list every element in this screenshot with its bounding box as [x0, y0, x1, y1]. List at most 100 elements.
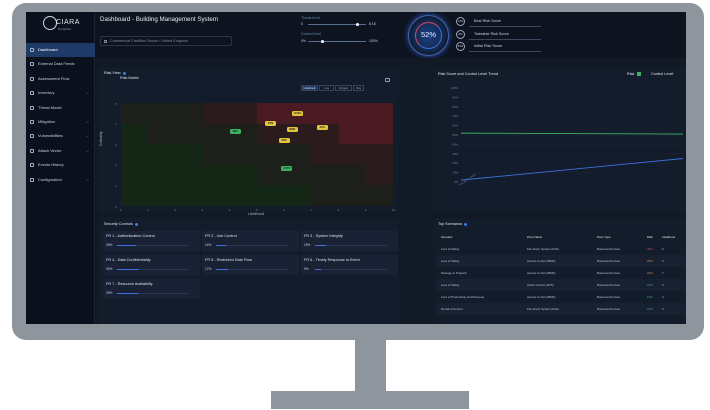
table-row[interactable]: Loss of Safety Access Control (BMS) Busine… — [437, 255, 686, 267]
x-tick-label: 7 — [310, 208, 312, 212]
matrix-cell — [121, 103, 149, 124]
y-tick-label: 2 — [115, 163, 117, 168]
tab-likelihood[interactable]: Likelihood — [301, 85, 318, 91]
tab-mitigate[interactable]: Mitigate — [335, 85, 352, 91]
info-icon[interactable] — [464, 222, 468, 226]
risk-marker[interactable]: FPS — [265, 121, 277, 127]
sidebar-item-inventory[interactable]: Inventory ⌵ — [26, 86, 95, 100]
x-axis-title: Likelihood — [248, 212, 265, 216]
y-tick-label: 50% — [452, 133, 458, 137]
table-cell: 6 — [662, 247, 664, 251]
table-row[interactable]: Loss of Productivity and Revenue Access C… — [437, 291, 686, 303]
chevron-down-icon[interactable]: ⌵ — [86, 86, 89, 100]
chart-icon — [30, 105, 34, 110]
tab-loss[interactable]: Loss — [319, 85, 334, 91]
table-cell: 18% — [647, 295, 653, 299]
info-icon[interactable] — [134, 222, 138, 226]
matrix-cell — [229, 164, 257, 186]
matrix-cell — [229, 185, 257, 206]
matrix-cell — [175, 144, 203, 165]
table-row[interactable]: Loss of Safety Fire Alarm System (FAS) Bus… — [437, 243, 686, 255]
sidebar-item-assessment-flow[interactable]: Assessment Flow — [26, 72, 95, 86]
risk-marker[interactable]: SBV — [229, 129, 241, 135]
sidebar-item-label: Mitigation — [38, 118, 56, 124]
security-control-card[interactable]: FR 5 - Restricted Data Flow 17% — [202, 255, 299, 275]
security-control-card[interactable]: FR 1 - Authentication Control 26% — [103, 231, 200, 251]
expand-icon[interactable] — [385, 78, 390, 82]
matrix-cell — [202, 185, 230, 206]
risk-marker[interactable]: BMS — [286, 127, 298, 133]
risk-score-row: 51% Initial Risk Score — [455, 41, 565, 54]
chevron-down-icon[interactable]: ⌵ — [86, 115, 89, 129]
monitor-stand-base — [271, 391, 469, 409]
matrix-cell — [175, 123, 203, 145]
risk-matrix-title: Risk Matrix — [120, 76, 139, 80]
security-control-percent: 26% — [106, 243, 113, 247]
matrix-cell — [202, 103, 230, 124]
chevron-down-icon[interactable]: ⌵ — [86, 129, 89, 143]
risk-marker[interactable]: ACS — [316, 125, 328, 131]
y-tick-label: 70% — [452, 114, 458, 118]
trend-chart: 100%90%80%70%60%50%40%30%20%10%0% Thu Apr… — [451, 86, 684, 187]
control-level-knob[interactable] — [321, 40, 324, 43]
security-control-card[interactable]: FR 6 - Timely Response to Event 9% — [301, 255, 398, 275]
info-icon[interactable] — [122, 71, 126, 75]
security-control-card[interactable]: FR 3 - System Integrity 15% — [301, 231, 398, 251]
sidebar-item-vulnerabilities[interactable]: Vulnerabilities ⌵ — [26, 129, 95, 143]
facility-path: Commercial Facilities Sector / United Ki… — [110, 39, 189, 43]
sidebar-item-dashboard[interactable]: Dashboard — [26, 43, 95, 58]
column-header: Likelihood — [662, 235, 676, 239]
table-cell: Loss of Safety — [441, 247, 460, 251]
sidebar-item-external-data-feeds[interactable]: External Data Feeds — [26, 57, 95, 71]
sidebar-item-configuration[interactable]: Configuration ⌵ — [26, 173, 95, 187]
security-control-card[interactable]: FR 4 - Data Confidentiality 30% — [103, 255, 200, 275]
column-header: Scenario — [441, 235, 453, 239]
risk-marker[interactable]: HVAC — [292, 110, 304, 116]
control-level-slider[interactable] — [308, 40, 366, 43]
control-level-min: 0% — [301, 39, 306, 43]
matrix-cell — [284, 185, 312, 206]
column-header: Risk — [647, 235, 653, 239]
sidebar-item-threat-model[interactable]: Threat Model — [26, 101, 95, 115]
bug-icon — [30, 134, 34, 139]
threat-level-slider[interactable] — [308, 23, 366, 26]
security-control-name: FR 7 - Resource Availability — [106, 282, 153, 286]
logo[interactable]: CIARA By Radiflow — [43, 16, 83, 36]
x-tick-label: 4 — [228, 208, 231, 212]
risk-gauge-value: 52% — [420, 30, 436, 39]
progress-fill — [117, 268, 139, 270]
security-controls-title: Security Controls — [104, 222, 138, 226]
sidebar-item-label: Dashboard — [38, 47, 58, 52]
sidebar-item-attack-vector[interactable]: Attack Vector ⌵ — [26, 144, 95, 158]
control-level-max: 100% — [369, 39, 378, 43]
security-control-percent: 17% — [205, 267, 212, 271]
matrix-cell — [202, 144, 230, 165]
tab-risk[interactable]: Risk — [353, 85, 364, 91]
sidebar-item-events-history[interactable]: Events History — [26, 158, 95, 172]
sidebar-item-mitigation[interactable]: Mitigation ⌵ — [26, 115, 95, 129]
matrix-cell — [338, 185, 366, 206]
top-scenarios-panel: Top Scenarios Scenario Zone Name Zone Type… — [433, 218, 686, 324]
history-icon — [30, 163, 34, 168]
security-control-percent: 29% — [106, 291, 113, 295]
threat-level-knob[interactable] — [356, 23, 359, 26]
risk-marker[interactable]: PAS — [278, 137, 290, 143]
x-tick-label: 8 — [337, 208, 340, 212]
progress-fill — [315, 268, 322, 270]
chevron-down-icon[interactable]: ⌵ — [86, 173, 89, 187]
facility-selector[interactable]: Commercial Facilities Sector / United Ki… — [100, 36, 232, 46]
risk-marker[interactable]: CCTV — [281, 166, 293, 172]
matrix-cell — [365, 164, 393, 186]
security-control-card[interactable]: FR 2 - Use Control 14% — [202, 231, 299, 251]
table-row[interactable]: Damage to Property Access Control (BMS) Bu… — [437, 267, 686, 279]
vector-icon — [30, 148, 34, 153]
y-tick-label: 90% — [452, 95, 458, 99]
chevron-down-icon[interactable]: ⌵ — [86, 144, 89, 158]
y-tick-label: 20% — [452, 161, 458, 165]
table-row[interactable]: Denial of Control Fire Alarm System (FAS)… — [437, 303, 686, 315]
series-line-control-level — [460, 158, 684, 181]
table-cell: Damage to Property — [441, 271, 467, 275]
security-control-card[interactable]: FR 7 - Resource Availability 29% — [103, 279, 200, 299]
table-row[interactable]: Loss of Safety HVAC Control (HVS) Business… — [437, 279, 686, 291]
security-control-percent: 14% — [205, 243, 212, 247]
